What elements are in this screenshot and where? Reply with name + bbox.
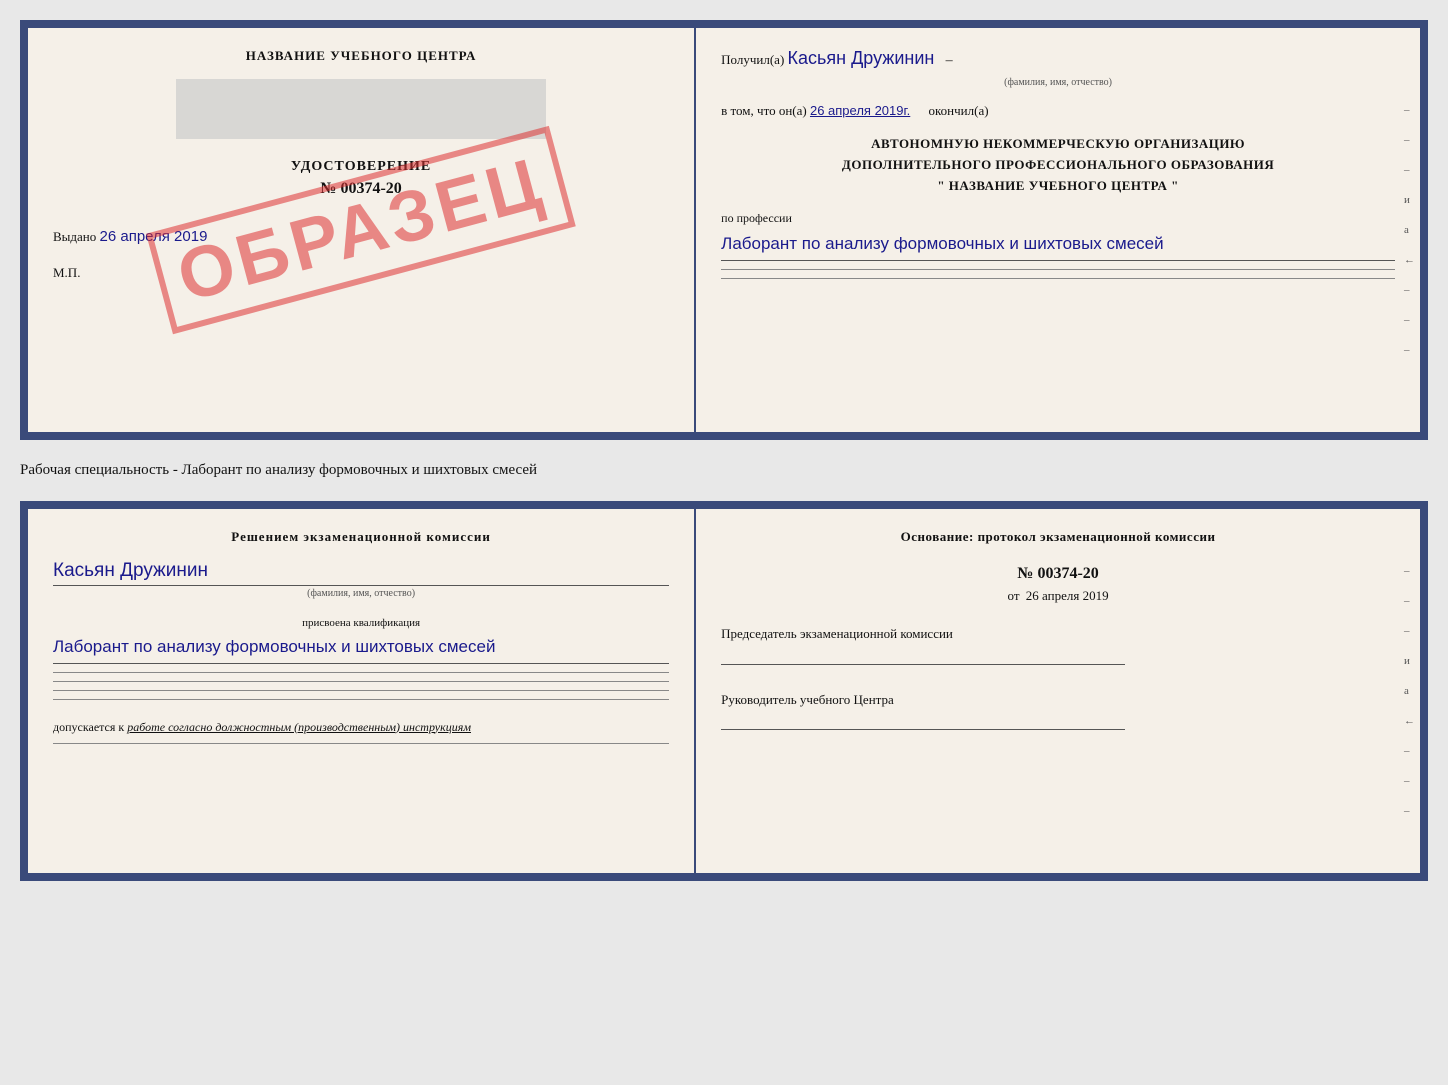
line-sep-2 xyxy=(721,278,1395,279)
line-sep-b2 xyxy=(53,681,669,682)
org-line1: АВТОНОМНУЮ НЕКОММЕРЧЕСКУЮ ОРГАНИЗАЦИЮ xyxy=(721,134,1395,155)
predsedatel-label: Председатель экзаменационной комиссии xyxy=(721,624,1395,644)
org-name-block: АВТОНОМНУЮ НЕКОММЕРЧЕСКУЮ ОРГАНИЗАЦИЮ ДО… xyxy=(721,134,1395,196)
top-left-panel: НАЗВАНИЕ УЧЕБНОГО ЦЕНТРА УДОСТОВЕРЕНИЕ №… xyxy=(28,28,696,432)
dopusk-prefix: допускается к xyxy=(53,720,124,734)
side-marks-top: – – – и а ← – – – xyxy=(1404,104,1415,356)
poluchil-prefix: Получил(а) xyxy=(721,52,784,67)
kvalif-handwrite: Лаборант по анализу формовочных и шихтов… xyxy=(53,634,669,664)
line-sep-b5 xyxy=(53,743,669,744)
reshenie-title: Решением экзаменационной комиссии xyxy=(53,529,669,545)
bottom-right-panel: Основание: протокол экзаменационной коми… xyxy=(696,509,1420,873)
specialty-line: Рабочая специальность - Лаборант по анал… xyxy=(20,458,1428,483)
ot-date-val: 26 апреля 2019 xyxy=(1026,588,1109,603)
kasyan-name-b: Касьян Дружинин xyxy=(53,560,669,586)
kvalif-label: присвоена квалификация xyxy=(53,617,669,629)
page-wrapper: НАЗВАНИЕ УЧЕБНОГО ЦЕНТРА УДОСТОВЕРЕНИЕ №… xyxy=(20,20,1428,881)
dopusk-italic: работе согласно должностным (производств… xyxy=(127,720,471,734)
fio-hint-top: (фамилия, имя, отчество) xyxy=(721,77,1395,88)
vydano-prefix: Выдано xyxy=(53,229,96,244)
profession-line: по профессии Лаборант по анализу формово… xyxy=(721,211,1395,261)
predsedatel-line xyxy=(721,664,1125,665)
poluchil-line: Получил(а) Касьян Дружинин – xyxy=(721,48,1395,69)
dopuskaetsya: допускается к работе согласно должностны… xyxy=(53,720,669,735)
mp-line: М.П. xyxy=(53,265,669,281)
top-right-panel: Получил(а) Касьян Дружинин – (фамилия, и… xyxy=(696,28,1420,432)
ruk-line xyxy=(721,729,1125,730)
line-sep-b3 xyxy=(53,690,669,691)
vydano-line: Выдано 26 апреля 2019 xyxy=(53,228,669,245)
profession-prefix: по профессии xyxy=(721,211,792,225)
vtom-date: 26 апреля 2019г. xyxy=(810,103,910,118)
protocol-number: № 00374-20 xyxy=(721,565,1395,583)
vtom-prefix: в том, что он(а) xyxy=(721,103,807,118)
ot-prefix: от xyxy=(1008,588,1020,603)
ruk-label: Руководитель учебного Центра xyxy=(721,690,1395,710)
top-document: НАЗВАНИЕ УЧЕБНОГО ЦЕНТРА УДОСТОВЕРЕНИЕ №… xyxy=(20,20,1428,440)
line-sep-1 xyxy=(721,269,1395,270)
line-sep-b4 xyxy=(53,699,669,700)
osnovanie-title: Основание: протокол экзаменационной коми… xyxy=(721,529,1395,545)
org-line2: ДОПОЛНИТЕЛЬНОГО ПРОФЕССИОНАЛЬНОГО ОБРАЗО… xyxy=(721,155,1395,176)
cert-label: УДОСТОВЕРЕНИЕ xyxy=(53,159,669,175)
vydano-date: 26 апреля 2019 xyxy=(100,228,208,245)
side-marks-bottom: – – – и а ← – – – xyxy=(1404,565,1415,817)
org-name: " НАЗВАНИЕ УЧЕБНОГО ЦЕНТРА " xyxy=(721,176,1395,197)
line-sep-b1 xyxy=(53,672,669,673)
center-title: НАЗВАНИЕ УЧЕБНОГО ЦЕНТРА xyxy=(53,48,669,64)
predsedatel-block: Председатель экзаменационной комиссии xyxy=(721,624,1395,665)
profession-handwrite: Лаборант по анализу формовочных и шихтов… xyxy=(721,231,1395,261)
cert-number: № 00374-20 xyxy=(53,180,669,198)
fio-hint-bottom: (фамилия, имя, отчество) xyxy=(53,588,669,599)
cert-image-placeholder xyxy=(176,79,546,139)
vtom-line: в том, что он(а) 26 апреля 2019г. окончи… xyxy=(721,103,1395,119)
ot-date: от 26 апреля 2019 xyxy=(721,588,1395,604)
bottom-document: Решением экзаменационной комиссии Касьян… xyxy=(20,501,1428,881)
bottom-left-panel: Решением экзаменационной комиссии Касьян… xyxy=(28,509,696,873)
poluchil-name: Касьян Дружинин xyxy=(788,48,935,68)
ruk-block: Руководитель учебного Центра xyxy=(721,690,1395,731)
okoncil: окончил(а) xyxy=(929,103,989,118)
